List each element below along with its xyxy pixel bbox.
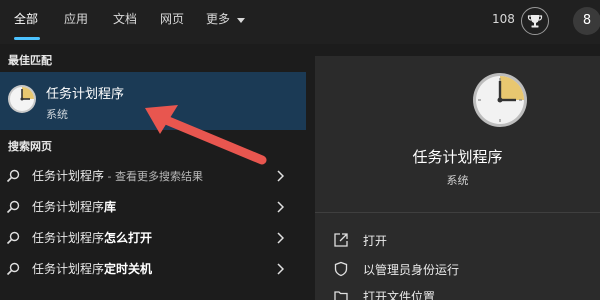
tab-documents[interactable]: 文档 <box>113 0 137 40</box>
search-icon <box>6 262 20 276</box>
result-suffix: - 查看更多搜索结果 <box>104 170 203 183</box>
web-result-row[interactable]: 任务计划程序怎么打开 <box>0 223 306 253</box>
search-icon <box>6 200 20 214</box>
shield-icon <box>334 261 348 277</box>
best-match-title: 任务计划程序 <box>46 87 125 102</box>
folder-icon <box>334 291 348 300</box>
tab-more[interactable]: 更多 <box>206 0 230 40</box>
tab-active-indicator <box>14 37 40 40</box>
open-action-label: 打开 <box>363 234 388 248</box>
chevron-down-icon[interactable] <box>236 16 246 24</box>
result-highlight: 定时关机 <box>104 262 153 276</box>
result-text: 任务计划程序 <box>32 231 105 245</box>
open-icon <box>334 233 348 247</box>
chevron-right-icon[interactable] <box>276 201 284 213</box>
best-match-header: 最佳匹配 <box>8 54 52 67</box>
best-match-subtitle: 系统 <box>46 108 68 121</box>
result-highlight: 库 <box>104 200 117 214</box>
chevron-right-icon[interactable] <box>276 170 284 182</box>
search-icon <box>6 231 20 245</box>
result-text: 任务计划程序 <box>32 169 105 183</box>
preview-subtitle: 系统 <box>446 174 469 187</box>
result-highlight: 怎么打开 <box>104 231 153 245</box>
web-search-header: 搜索网页 <box>8 140 52 153</box>
web-result-row[interactable]: 任务计划程序定时关机 <box>0 254 306 284</box>
result-text: 任务计划程序 <box>32 200 105 214</box>
trophy-icon <box>527 15 543 28</box>
search-topbar: 全部 应用 文档 网页 更多 108 8 <box>0 0 600 44</box>
web-result-row[interactable]: 任务计划程序 - 查看更多搜索结果 <box>0 161 306 191</box>
rewards-button[interactable] <box>521 7 549 35</box>
avatar[interactable]: 8 <box>573 7 600 35</box>
preview-title: 任务计划程序 <box>412 148 503 166</box>
chevron-right-icon[interactable] <box>276 232 284 244</box>
clock-icon <box>473 73 527 127</box>
tab-web[interactable]: 网页 <box>160 0 184 40</box>
tab-all[interactable]: 全部 <box>14 0 38 40</box>
chevron-right-icon[interactable] <box>276 263 284 275</box>
result-text: 任务计划程序 <box>32 262 105 276</box>
search-icon <box>6 169 20 183</box>
open-file-location-label: 打开文件位置 <box>363 290 436 300</box>
preview-divider <box>315 212 600 213</box>
web-result-row[interactable]: 任务计划程序库 <box>0 192 306 222</box>
tab-apps[interactable]: 应用 <box>64 0 88 40</box>
run-as-admin-label: 以管理员身份运行 <box>363 263 460 277</box>
clock-icon <box>8 85 36 113</box>
rewards-points: 108 <box>492 12 515 26</box>
